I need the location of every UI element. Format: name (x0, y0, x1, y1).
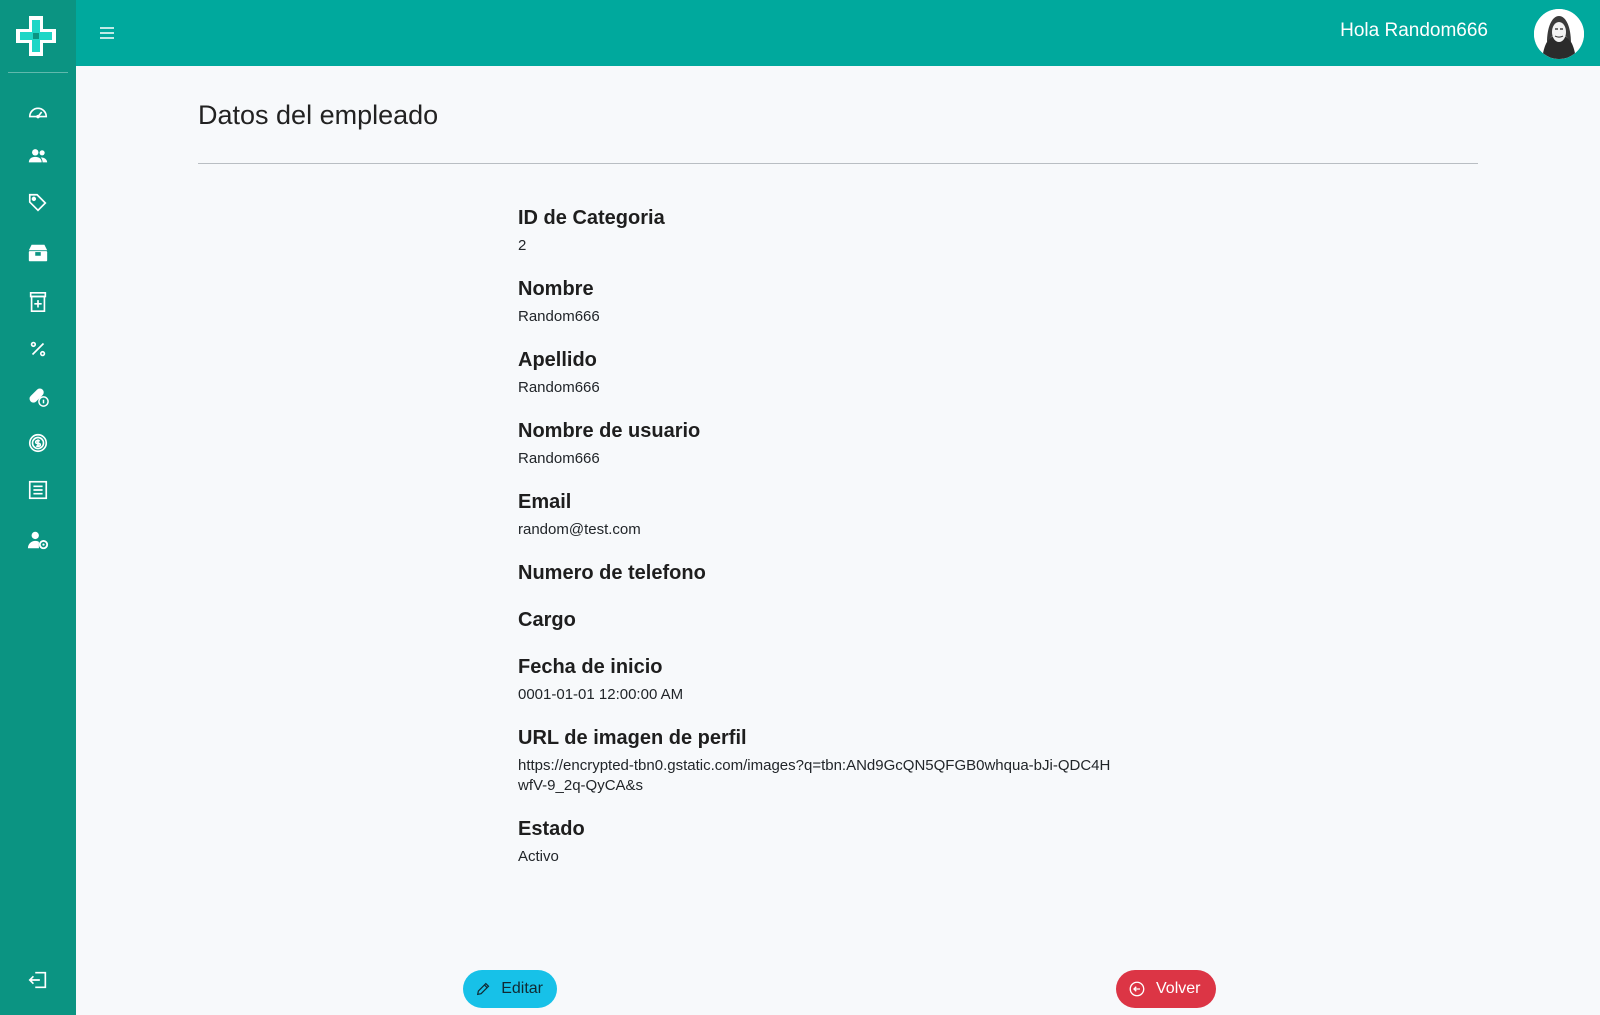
back-button[interactable]: Volver (1116, 970, 1216, 1008)
field-label: Email (518, 491, 572, 513)
sidebar-item-invoices[interactable] (22, 474, 54, 506)
hamburger-menu-button[interactable] (96, 22, 118, 44)
field-value: Random666 (518, 379, 600, 396)
user-greeting: Hola Random666 (1340, 20, 1488, 41)
sidebar-item-inventory[interactable] (22, 237, 54, 269)
sidebar-item-medicines[interactable] (22, 286, 54, 318)
field-status: Estado Activo (518, 815, 1118, 867)
field-value: 2 (518, 237, 527, 254)
field-label: URL de imagen de perfil (518, 727, 747, 749)
back-button-label: Volver (1156, 980, 1201, 997)
inventory-box-icon (28, 244, 48, 262)
field-value: Random666 (518, 450, 600, 467)
page-title: Datos del empleado (198, 100, 439, 130)
field-label: Nombre (518, 278, 594, 300)
field-value: random@test.com (518, 521, 641, 538)
sidebar-item-discounts[interactable] (22, 333, 54, 365)
sidebar-item-sales[interactable] (22, 427, 54, 459)
sidebar-item-user-settings[interactable] (22, 524, 54, 556)
avatar[interactable] (1534, 9, 1584, 59)
field-label: Fecha de inicio (518, 656, 663, 678)
field-label: Numero de telefono (518, 562, 706, 584)
hooded-mask-avatar-icon (1534, 9, 1584, 59)
field-value: Random666 (518, 308, 600, 325)
field-email: Email random@test.com (518, 488, 1118, 540)
field-position: Cargo (518, 606, 1118, 634)
user-settings-icon (27, 531, 49, 550)
field-label: Cargo (518, 609, 576, 631)
field-start-date: Fecha de inicio 0001-01-01 12:00:00 AM (518, 653, 1118, 705)
title-divider (198, 163, 1478, 164)
sidebar-item-dashboard[interactable] (22, 96, 54, 128)
arrow-left-circle-icon (1129, 981, 1145, 997)
field-last-name: Apellido Random666 (518, 346, 1118, 398)
edit-button-label: Editar (501, 980, 543, 997)
sidebar-item-categories[interactable] (22, 187, 54, 219)
field-label: ID de Categoria (518, 207, 665, 229)
field-value: 0001-01-01 12:00:00 AM (518, 686, 684, 703)
field-label: Apellido (518, 349, 597, 371)
pills-info-icon (29, 388, 49, 407)
field-phone: Numero de telefono (518, 559, 1118, 587)
medicine-bottle-icon (29, 292, 47, 312)
dashboard-gauge-icon (28, 107, 48, 119)
sidebar-item-prescriptions[interactable] (22, 380, 54, 412)
logout-icon (28, 971, 47, 989)
field-first-name: Nombre Random666 (518, 275, 1118, 327)
sidebar-divider (8, 72, 68, 73)
sidebar (0, 0, 76, 1015)
field-username: Nombre de usuario Random666 (518, 417, 1118, 469)
field-value: https://encrypted-tbn0.gstatic.com/image… (518, 757, 1111, 794)
hamburger-icon (100, 27, 114, 39)
dollar-coin-icon (28, 433, 48, 453)
percent-icon (30, 341, 46, 357)
tags-icon (28, 193, 47, 212)
invoice-list-icon (28, 480, 48, 500)
employee-details: ID de Categoria 2 Nombre Random666 Apell… (518, 204, 1118, 886)
field-profile-image-url: URL de imagen de perfil https://encrypte… (518, 724, 1118, 796)
top-bar: Hola Random666 (76, 0, 1600, 66)
logout-button[interactable] (22, 964, 54, 996)
field-category-id: ID de Categoria 2 (518, 204, 1118, 256)
users-icon (28, 149, 48, 163)
sidebar-item-users[interactable] (22, 140, 54, 172)
field-value: Activo (518, 848, 559, 865)
pencil-icon (476, 982, 490, 996)
field-label: Nombre de usuario (518, 420, 701, 442)
pharmacy-cross-logo[interactable] (14, 14, 58, 58)
field-label: Estado (518, 818, 585, 840)
edit-button[interactable]: Editar (463, 970, 557, 1008)
